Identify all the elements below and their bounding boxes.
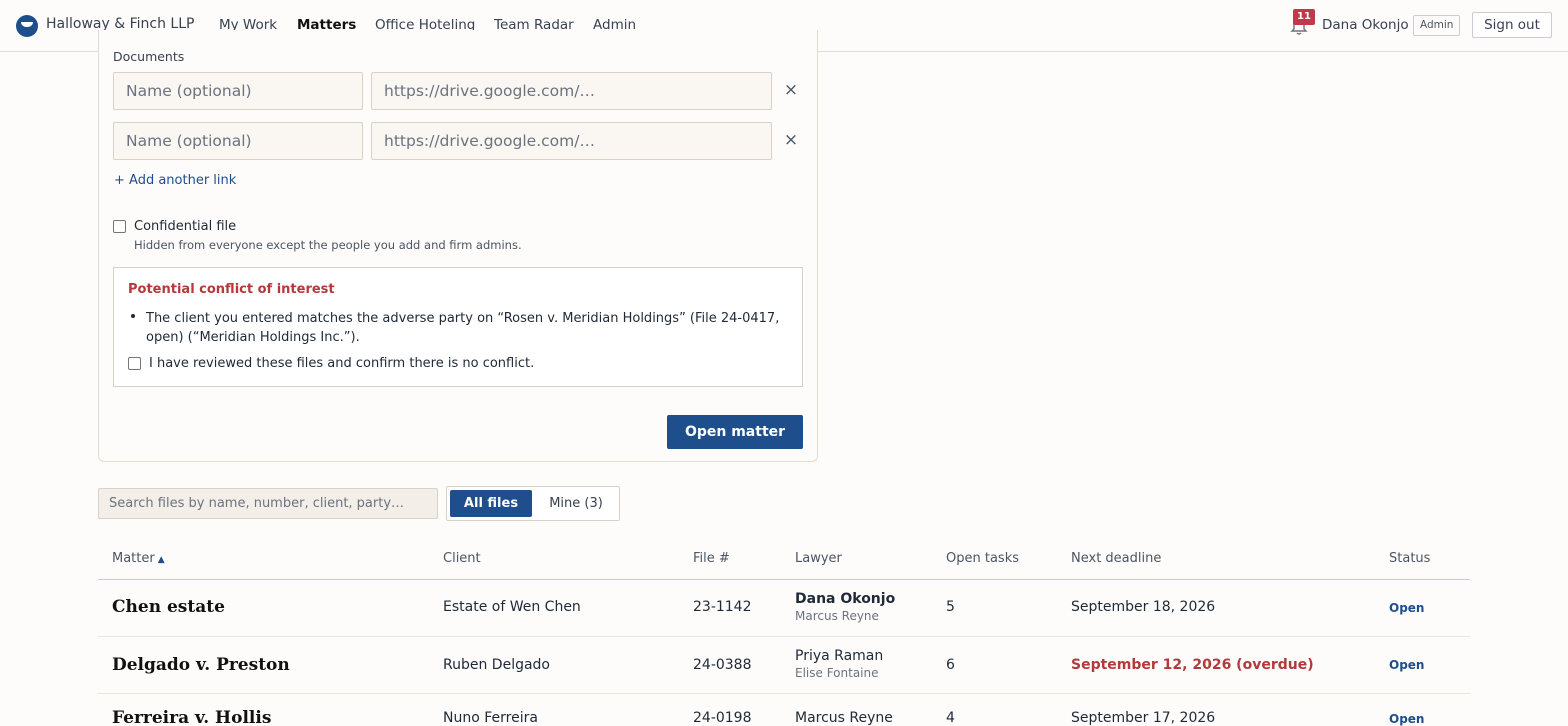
confirm-no-conflict-label[interactable]: I have reviewed these files and confirm … [149, 356, 534, 371]
file-number: 23-1142 [693, 599, 752, 615]
open-matter-button[interactable]: Open matter [667, 415, 803, 449]
confidential-label[interactable]: Confidential file [134, 219, 236, 234]
all-files-tab[interactable]: All files [450, 490, 532, 517]
row-divider [98, 636, 1470, 637]
notification-count-badge: 11 [1293, 9, 1315, 25]
lead-lawyer: Dana Okonjo [795, 591, 896, 607]
status-badge: Open [1389, 601, 1425, 615]
client-name: Nuno Ferreira [443, 710, 538, 726]
document-url-input[interactable]: https://drive.google.com/… [371, 122, 772, 160]
file-number: 24-0198 [693, 710, 752, 726]
next-deadline: September 17, 2026 [1071, 710, 1216, 726]
file-search-input[interactable]: Search files by name, number, client, pa… [98, 488, 438, 519]
document-name-input[interactable]: Name (optional) [113, 72, 363, 110]
confidential-help-text: Hidden from everyone except the people y… [134, 238, 522, 252]
current-user-name: Dana Okonjo [1322, 17, 1409, 33]
column-header-open-tasks[interactable]: Open tasks [946, 551, 1019, 566]
lead-lawyer: Marcus Reyne [795, 710, 893, 726]
matter-name-link[interactable]: Delgado v. Preston [112, 655, 290, 675]
close-icon[interactable]: × [782, 80, 800, 100]
mine-files-tab[interactable]: Mine (3) [540, 490, 612, 517]
add-another-link[interactable]: + Add another link [114, 173, 236, 188]
lead-lawyer: Priya Raman [795, 648, 884, 664]
document-url-input[interactable]: https://drive.google.com/… [371, 72, 772, 110]
matter-name-link[interactable]: Chen estate [112, 597, 225, 617]
conflict-title: Potential conflict of interest [128, 282, 335, 297]
client-name: Ruben Delgado [443, 657, 550, 673]
open-tasks-count: 6 [946, 657, 955, 673]
file-number: 24-0388 [693, 657, 752, 673]
status-badge: Open [1389, 712, 1425, 726]
sort-ascending-icon: ▲ [157, 555, 165, 565]
close-icon[interactable]: × [782, 130, 800, 150]
second-lawyer: Elise Fontaine [795, 666, 879, 680]
firm-logo-icon[interactable] [16, 15, 38, 37]
column-header-lawyer[interactable]: Lawyer [795, 551, 842, 566]
conflict-detail: The client you entered matches the adver… [146, 311, 780, 345]
table-header-divider [98, 579, 1470, 580]
documents-label: Documents [113, 49, 185, 64]
user-role-badge: Admin [1413, 15, 1461, 36]
confirm-no-conflict-checkbox[interactable] [128, 357, 141, 370]
matter-name-link[interactable]: Ferreira v. Hollis [112, 708, 271, 726]
open-tasks-count: 4 [946, 710, 955, 726]
column-header-status[interactable]: Status [1389, 551, 1430, 566]
column-header-file-number[interactable]: File # [693, 551, 730, 566]
document-name-input[interactable]: Name (optional) [113, 122, 363, 160]
sign-out-button[interactable]: Sign out [1472, 12, 1552, 38]
client-name: Estate of Wen Chen [443, 599, 581, 615]
bullet-icon [131, 314, 135, 318]
row-divider [98, 693, 1470, 694]
open-tasks-count: 5 [946, 599, 955, 615]
column-header-matter[interactable]: Matter ▲ [112, 551, 165, 566]
next-deadline: September 18, 2026 [1071, 599, 1216, 615]
second-lawyer: Marcus Reyne [795, 609, 879, 623]
status-badge: Open [1389, 658, 1425, 672]
next-deadline-overdue: September 12, 2026 (overdue) [1071, 657, 1314, 673]
column-header-next-deadline[interactable]: Next deadline [1071, 551, 1161, 566]
column-header-client[interactable]: Client [443, 551, 481, 566]
confidential-checkbox[interactable] [113, 220, 126, 233]
